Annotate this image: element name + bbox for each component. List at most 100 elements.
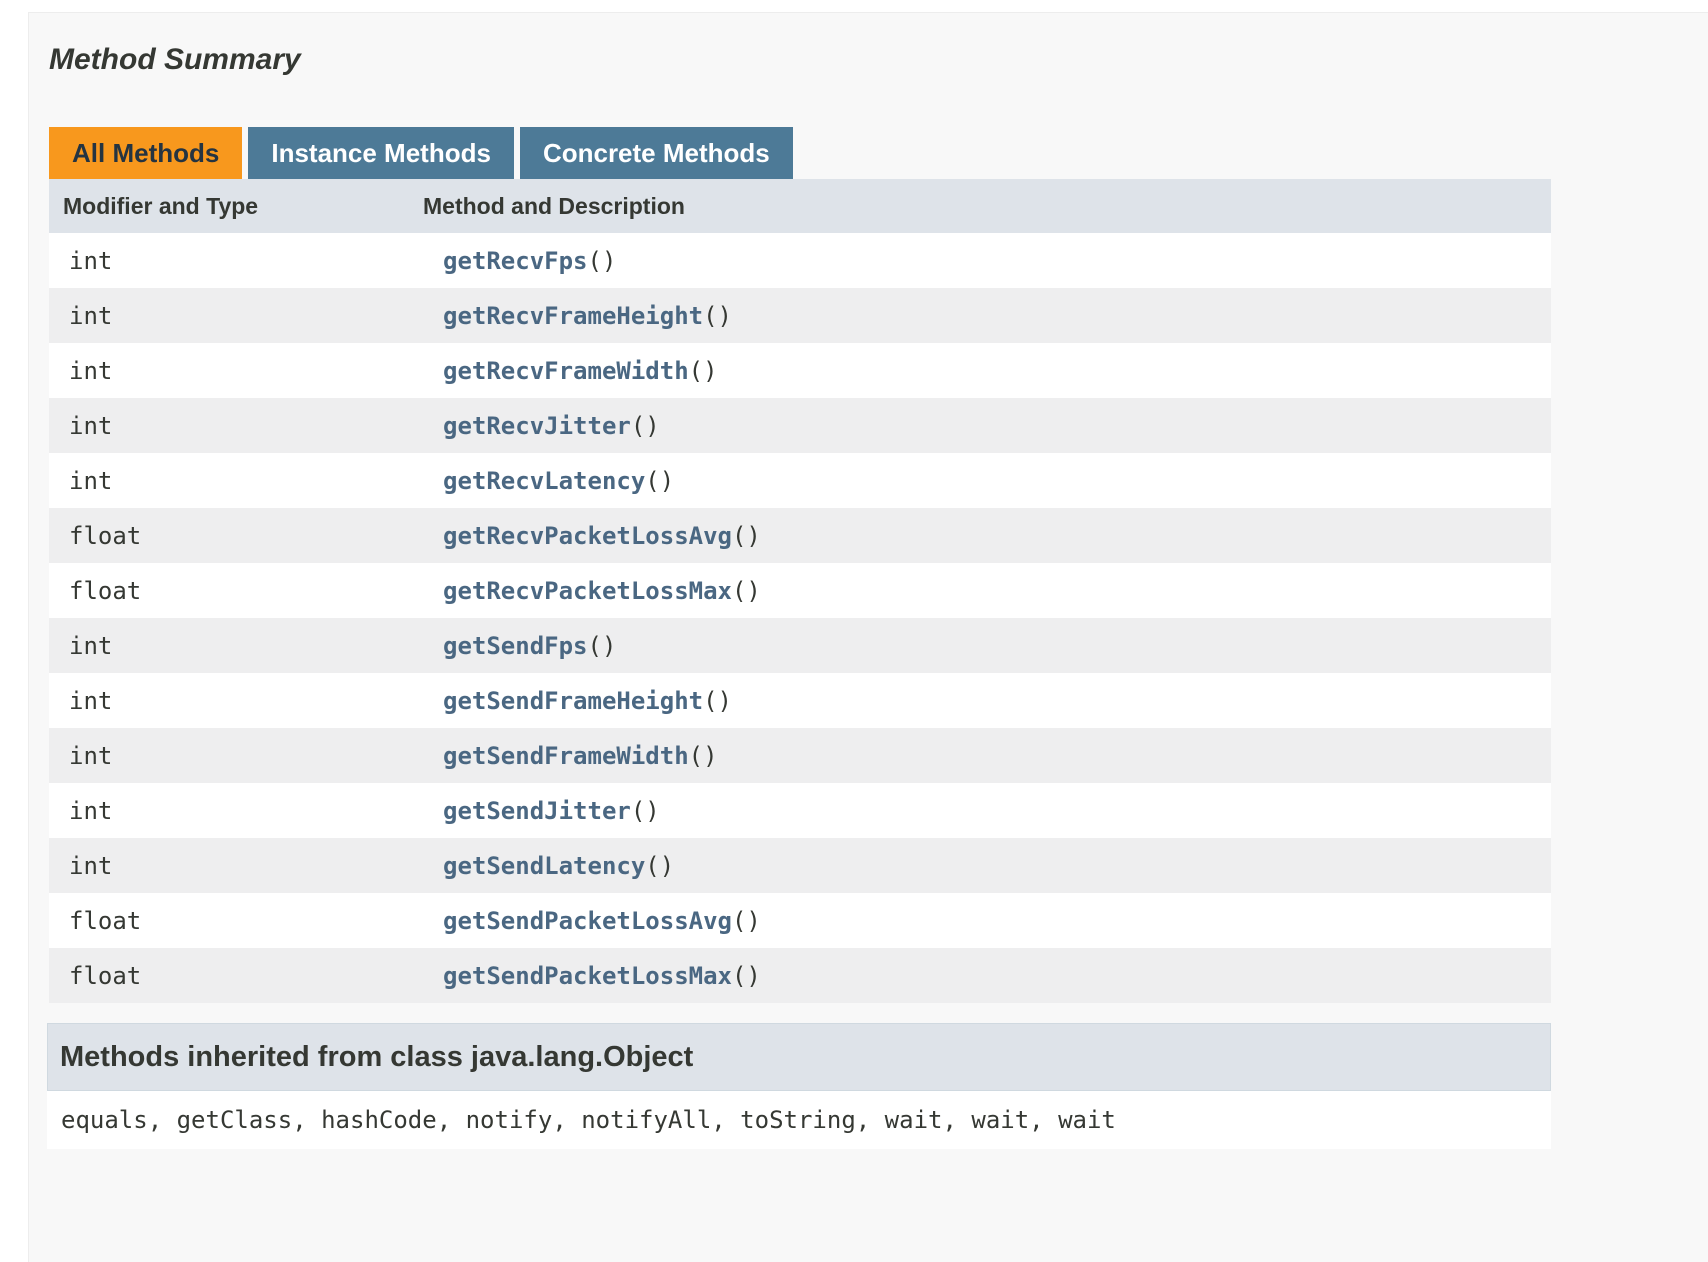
method-link[interactable]: getRecvFps <box>443 247 588 275</box>
modifier-type-cell: float <box>69 961 142 990</box>
method-cell: getSendJitter() <box>443 797 660 825</box>
method-params: () <box>731 961 761 990</box>
method-cell: getSendFrameWidth() <box>443 742 718 770</box>
method-link[interactable]: getSendJitter <box>443 797 631 825</box>
table-row: int getRecvLatency() <box>49 453 1551 508</box>
tab-all-methods[interactable]: All Methods <box>49 127 243 179</box>
modifier-type-cell: int <box>69 741 113 770</box>
list-separator: , <box>1029 1106 1059 1134</box>
method-link[interactable]: getRecvFrameWidth <box>443 357 689 385</box>
method-cell: getRecvFrameHeight() <box>443 302 732 330</box>
list-separator: , <box>147 1106 177 1134</box>
method-params: () <box>630 796 660 825</box>
modifier-type-cell: int <box>69 796 113 825</box>
table-row: int getSendLatency() <box>49 838 1551 893</box>
list-separator: , <box>942 1106 972 1134</box>
method-cell: getSendFrameHeight() <box>443 687 732 715</box>
method-cell: getSendLatency() <box>443 852 674 880</box>
method-link[interactable]: getSendLatency <box>443 852 645 880</box>
method-params: () <box>587 631 617 660</box>
method-link[interactable]: getRecvLatency <box>443 467 645 495</box>
table-row: int getRecvFrameWidth() <box>49 343 1551 398</box>
tab-instance-methods[interactable]: Instance Methods <box>248 127 514 179</box>
modifier-type-cell: float <box>69 521 142 550</box>
method-cell: getRecvLatency() <box>443 467 674 495</box>
method-params: () <box>688 356 718 385</box>
inherited-method-link[interactable]: notify <box>466 1106 553 1134</box>
method-link[interactable]: getSendPacketLossMax <box>443 962 732 990</box>
tab-concrete-methods[interactable]: Concrete Methods <box>519 127 793 179</box>
modifier-type-cell: int <box>69 466 113 495</box>
table-row: float getSendPacketLossAvg() <box>49 893 1551 948</box>
method-link[interactable]: getRecvJitter <box>443 412 631 440</box>
list-separator: , <box>292 1106 322 1134</box>
inherited-method-link[interactable]: wait <box>885 1106 943 1134</box>
table-row: int getSendFrameHeight() <box>49 673 1551 728</box>
method-cell: getRecvFps() <box>443 247 616 275</box>
method-cell: getSendPacketLossMax() <box>443 962 761 990</box>
modifier-type-cell: int <box>69 631 113 660</box>
list-separator: , <box>436 1106 466 1134</box>
inherited-method-link[interactable]: hashCode <box>321 1106 437 1134</box>
method-cell: getRecvPacketLossAvg() <box>443 522 761 550</box>
method-cell: getRecvJitter() <box>443 412 660 440</box>
method-filter-tabs: All Methods Instance Methods Concrete Me… <box>49 127 799 179</box>
method-params: () <box>731 521 761 550</box>
modifier-type-cell: float <box>69 576 142 605</box>
method-link[interactable]: getSendFrameHeight <box>443 687 703 715</box>
section-title: Method Summary <box>49 43 301 76</box>
table-row: int getSendFrameWidth() <box>49 728 1551 783</box>
inherited-method-link[interactable]: notifyAll <box>581 1106 711 1134</box>
method-link[interactable]: getSendPacketLossAvg <box>443 907 732 935</box>
method-cell: getRecvFrameWidth() <box>443 357 718 385</box>
modifier-type-cell: int <box>69 411 113 440</box>
method-cell: getRecvPacketLossMax() <box>443 577 761 605</box>
table-row: int getSendJitter() <box>49 783 1551 838</box>
method-params: () <box>731 906 761 935</box>
method-summary-panel: Method Summary All Methods Instance Meth… <box>28 12 1708 1262</box>
method-cell: getSendFps() <box>443 632 616 660</box>
method-params: () <box>731 576 761 605</box>
table-row: int getSendFps() <box>49 618 1551 673</box>
method-link[interactable]: getRecvFrameHeight <box>443 302 703 330</box>
method-params: () <box>703 301 732 330</box>
inherited-method-link[interactable]: equals <box>61 1106 148 1134</box>
column-header-method: Method and Description <box>423 192 685 219</box>
table-row: float getSendPacketLossMax() <box>49 948 1551 1003</box>
inherited-method-link[interactable]: wait <box>1058 1106 1116 1134</box>
inherited-method-link[interactable]: toString <box>740 1106 856 1134</box>
modifier-type-cell: int <box>69 686 113 715</box>
modifier-type-cell: int <box>69 246 113 275</box>
method-summary-table: Modifier and Type Method and Description… <box>49 179 1551 1003</box>
table-row: int getRecvJitter() <box>49 398 1551 453</box>
list-separator: , <box>552 1106 582 1134</box>
method-params: () <box>645 466 675 495</box>
modifier-type-cell: int <box>69 301 113 330</box>
method-params: () <box>688 741 718 770</box>
method-params: () <box>630 411 660 440</box>
table-body: int getRecvFps() int getRecvFrameHeight() in… <box>49 233 1551 1003</box>
table-row: int getRecvFps() <box>49 233 1551 288</box>
modifier-type-cell: int <box>69 851 113 880</box>
modifier-type-cell: int <box>69 356 113 385</box>
method-cell: getSendPacketLossAvg() <box>443 907 761 935</box>
inherited-method-link[interactable]: wait <box>971 1106 1029 1134</box>
table-row: float getRecvPacketLossMax() <box>49 563 1551 618</box>
method-link[interactable]: getSendFps <box>443 632 588 660</box>
modifier-type-cell: float <box>69 906 142 935</box>
list-separator: , <box>855 1106 885 1134</box>
method-params: () <box>587 246 617 275</box>
list-separator: , <box>711 1106 741 1134</box>
method-link[interactable]: getRecvPacketLossMax <box>443 577 732 605</box>
table-row: int getRecvFrameHeight() <box>49 288 1551 343</box>
column-header-modifier: Modifier and Type <box>63 192 259 219</box>
inherited-method-link[interactable]: getClass <box>177 1106 293 1134</box>
table-row: float getRecvPacketLossAvg() <box>49 508 1551 563</box>
method-params: () <box>703 686 732 715</box>
inherited-methods-title: Methods inherited from class java.lang.O… <box>60 1040 694 1073</box>
inherited-methods-list: equals, getClass, hashCode, notify, noti… <box>47 1091 1551 1149</box>
inherited-methods-header: Methods inherited from class java.lang.O… <box>47 1023 1551 1091</box>
method-link[interactable]: getSendFrameWidth <box>443 742 689 770</box>
method-link[interactable]: getRecvPacketLossAvg <box>443 522 732 550</box>
method-params: () <box>645 851 675 880</box>
